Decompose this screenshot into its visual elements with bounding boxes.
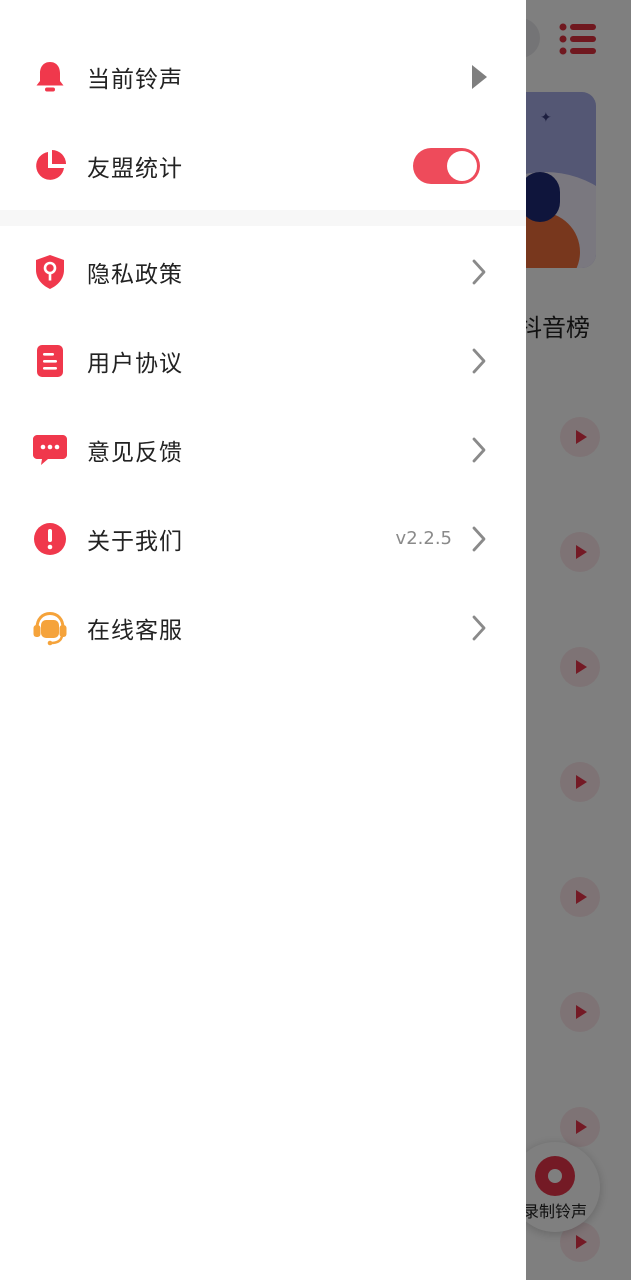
bell-icon	[32, 59, 68, 95]
drawer-item-online-service[interactable]: 在线客服	[0, 583, 526, 672]
statistics-toggle[interactable]	[413, 147, 480, 184]
drawer-item-label: 隐私政策	[87, 261, 183, 288]
play-triangle-icon	[468, 60, 490, 94]
shield-key-icon	[32, 254, 68, 290]
chevron-right-icon	[468, 522, 490, 556]
drawer-item-label: 用户协议	[87, 350, 183, 377]
drawer-item-about-us[interactable]: 关于我们 v2.2.5	[0, 494, 526, 583]
drawer-item-umeng-statistics: 友盟统计	[0, 121, 526, 210]
chat-bubble-icon	[32, 432, 68, 468]
section-divider	[0, 210, 526, 226]
document-icon	[32, 343, 68, 379]
headset-icon	[32, 610, 68, 646]
drawer-item-label: 友盟统计	[87, 155, 183, 182]
drawer-item-label: 关于我们	[87, 528, 183, 555]
drawer-item-user-agreement[interactable]: 用户协议	[0, 316, 526, 405]
pie-chart-icon	[32, 148, 68, 184]
drawer-item-current-ringtone[interactable]: 当前铃声	[0, 32, 526, 121]
side-drawer: 当前铃声 友盟统计 隐私政策 用户协议 意见反馈 关于我们 v2.2.5 在线客…	[0, 0, 526, 1280]
exclamation-icon	[32, 521, 68, 557]
chevron-right-icon	[468, 433, 490, 467]
drawer-item-privacy-policy[interactable]: 隐私政策	[0, 227, 526, 316]
app-version: v2.2.5	[395, 528, 452, 549]
drawer-item-label: 当前铃声	[87, 66, 183, 93]
toggle-knob	[447, 150, 477, 181]
chevron-right-icon	[468, 344, 490, 378]
drawer-item-label: 在线客服	[87, 617, 183, 644]
drawer-item-label: 意见反馈	[87, 439, 183, 466]
chevron-right-icon	[468, 611, 490, 645]
drawer-item-feedback[interactable]: 意见反馈	[0, 405, 526, 494]
chevron-right-icon	[468, 255, 490, 289]
